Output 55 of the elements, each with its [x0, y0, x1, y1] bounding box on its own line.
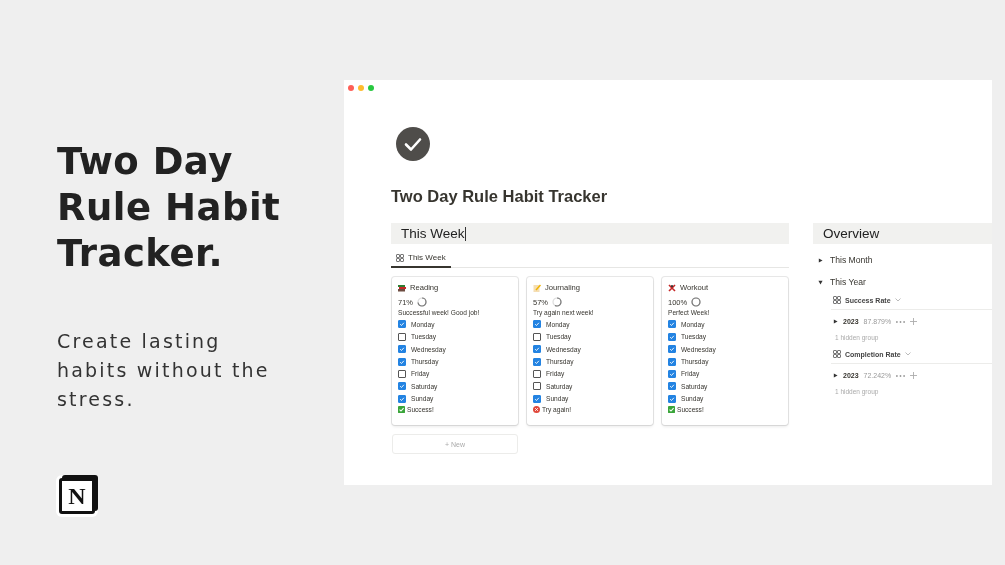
day-checkbox[interactable] — [533, 394, 541, 403]
check-circle-icon — [396, 127, 430, 161]
day-checkbox[interactable] — [668, 394, 676, 403]
day-checkbox[interactable] — [398, 369, 406, 378]
toggle-triangle-icon[interactable] — [818, 279, 823, 285]
cross-circle-icon — [533, 406, 540, 414]
progress-ring — [552, 297, 562, 307]
day-checkbox[interactable] — [668, 320, 676, 329]
more-icon[interactable] — [896, 374, 906, 377]
toggle-row[interactable]: This Year — [818, 277, 992, 287]
day-checkbox[interactable] — [668, 332, 676, 341]
day-checkbox[interactable] — [398, 394, 406, 403]
day-checkbox[interactable] — [668, 369, 676, 378]
day-checkbox[interactable] — [533, 382, 541, 391]
check-mark-icon — [398, 406, 405, 414]
cube-logo: N — [59, 478, 95, 514]
zoom-dot[interactable] — [368, 85, 374, 91]
gallery-icon — [833, 350, 841, 358]
promo-heading: Two Day Rule Habit Tracker. — [57, 139, 282, 277]
day-checkbox[interactable] — [533, 369, 541, 378]
add-icon[interactable] — [910, 372, 918, 379]
toggle-label: This Year — [830, 277, 866, 287]
day-checkbox[interactable] — [398, 332, 406, 341]
progress-ring — [691, 297, 702, 307]
toggle-triangle-icon[interactable] — [833, 373, 838, 378]
day-checkbox[interactable] — [668, 357, 676, 366]
section-heading: Overview — [813, 223, 992, 244]
page-title: Two Day Rule Habit Tracker — [391, 187, 609, 206]
check-mark-icon — [668, 406, 675, 414]
notepad-icon — [533, 283, 541, 292]
day-checkbox[interactable] — [533, 332, 541, 341]
promo-subtitle: Create lasting habits without the stress. — [57, 329, 271, 412]
gallery-icon — [396, 253, 404, 262]
day-checkbox[interactable] — [533, 345, 541, 354]
add-icon[interactable] — [910, 318, 918, 325]
toggle-label: This Month — [830, 255, 873, 265]
close-dot[interactable] — [348, 85, 354, 91]
gallery-icon — [833, 296, 841, 304]
toggle-triangle-icon[interactable] — [818, 257, 823, 263]
day-checkbox[interactable] — [398, 345, 406, 354]
day-checkbox[interactable] — [398, 382, 406, 391]
more-icon[interactable] — [896, 320, 906, 323]
day-checkbox[interactable] — [398, 320, 406, 329]
view-tab[interactable]: This Week — [391, 253, 451, 268]
books-icon — [398, 283, 406, 292]
day-checkbox[interactable] — [533, 320, 541, 329]
day-checkbox[interactable] — [533, 357, 541, 366]
progress-ring — [417, 297, 427, 307]
day-checkbox[interactable] — [668, 382, 676, 391]
section-heading: This Week — [391, 223, 789, 244]
toggle-triangle-icon[interactable] — [833, 319, 838, 324]
day-checkbox[interactable] — [398, 357, 406, 366]
toggle-row[interactable]: This Month — [818, 255, 992, 265]
day-checkbox[interactable] — [668, 345, 676, 354]
minimize-dot[interactable] — [358, 85, 364, 91]
